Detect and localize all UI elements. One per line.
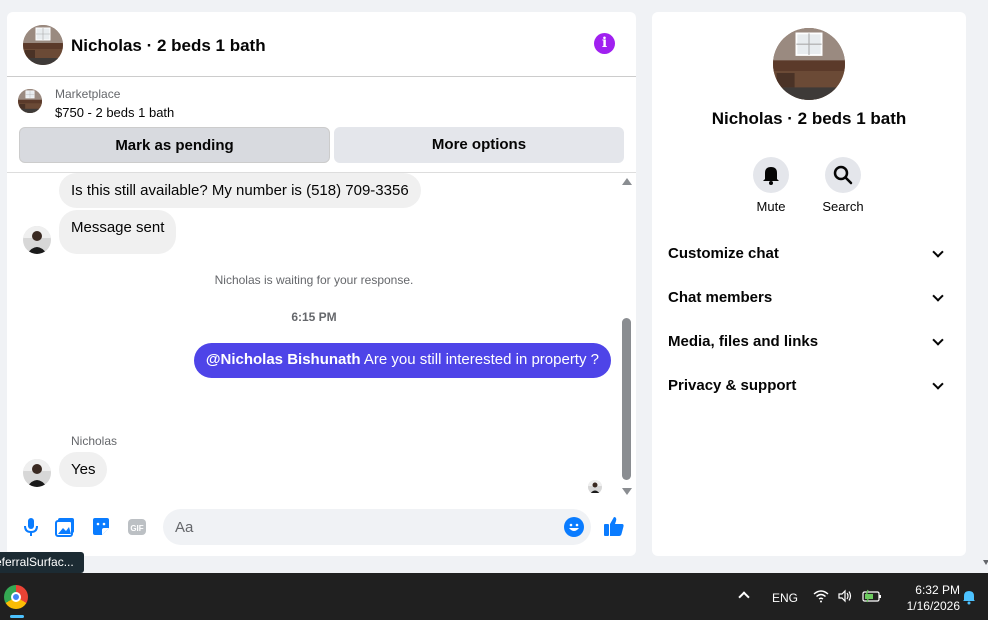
microphone-icon[interactable]: [20, 516, 42, 538]
scrollbar[interactable]: [621, 178, 633, 496]
more-options-button[interactable]: More options: [334, 127, 624, 163]
message-bubble[interactable]: Is this still available? My number is (5…: [59, 173, 421, 208]
active-app-indicator: [10, 615, 24, 618]
seen-indicator-avatar: [588, 480, 602, 493]
contact-avatar[interactable]: [23, 459, 51, 487]
search-icon[interactable]: [825, 157, 861, 193]
section-label: Privacy & support: [668, 377, 797, 394]
emoji-icon[interactable]: [564, 517, 584, 537]
chat-panel: Nicholas · 2 beds 1 bath i Marketplace $…: [7, 12, 636, 556]
scroll-down-arrow[interactable]: [622, 488, 632, 495]
mark-as-pending-button[interactable]: Mark as pending: [19, 127, 330, 163]
mute-button[interactable]: Mute: [741, 157, 801, 214]
notification-bell-icon[interactable]: [961, 589, 977, 610]
listing-bar: Marketplace $750 - 2 beds 1 bath Mark as…: [7, 77, 636, 173]
profile-avatar[interactable]: [773, 28, 845, 100]
thumbs-up-icon[interactable]: [603, 515, 625, 542]
search-button[interactable]: Search: [813, 157, 873, 214]
chevron-down-icon: [932, 246, 944, 258]
media-files-links-section[interactable]: Media, files and links: [668, 326, 950, 358]
section-label: Customize chat: [668, 245, 779, 262]
language-indicator[interactable]: ENG: [772, 591, 798, 605]
link-tooltip: eferralSurfac...: [0, 552, 84, 573]
mute-label: Mute: [756, 199, 786, 214]
chevron-down-icon: [932, 334, 944, 346]
chrome-icon[interactable]: [4, 585, 28, 609]
listing-thumbnail[interactable]: [18, 89, 42, 113]
privacy-support-section[interactable]: Privacy & support: [668, 370, 950, 402]
scroll-thumb[interactable]: [622, 318, 631, 480]
photo-icon[interactable]: [54, 516, 76, 538]
chevron-down-icon: [932, 290, 944, 302]
outgoing-message[interactable]: @Nicholas Bishunath Are you still intere…: [193, 343, 611, 378]
section-label: Media, files and links: [668, 333, 819, 350]
listing-avatar[interactable]: [23, 25, 63, 65]
chevron-down-icon: [932, 378, 944, 390]
battery-icon[interactable]: [862, 589, 882, 608]
message-list: Is this still available? My number is (5…: [7, 173, 636, 493]
gif-icon[interactable]: GIF: [126, 516, 148, 538]
sender-name: Nicholas: [71, 434, 118, 448]
contact-avatar[interactable]: [23, 226, 51, 254]
outgoing-message-text: Are you still interested in property ?: [360, 351, 599, 368]
profile-name[interactable]: Nicholas · 2 beds 1 bath: [652, 109, 966, 129]
chat-members-section[interactable]: Chat members: [668, 282, 950, 314]
message-bubble[interactable]: Message sent: [59, 210, 177, 254]
conversation-info-panel: Nicholas · 2 beds 1 bath Mute Search Cus…: [652, 12, 966, 556]
customize-chat-section[interactable]: Customize chat: [668, 238, 950, 270]
listing-category: Marketplace: [55, 87, 121, 101]
info-icon[interactable]: i: [594, 33, 615, 54]
search-label: Search: [822, 199, 864, 214]
date: 1/16/2026: [906, 599, 960, 613]
taskbar: ENG 6:32 PM 1/16/2026: [0, 573, 988, 620]
chat-header: Nicholas · 2 beds 1 bath i: [7, 12, 636, 77]
composer: GIF: [7, 506, 636, 554]
section-label: Chat members: [668, 289, 773, 306]
sticker-icon[interactable]: [90, 516, 112, 538]
chat-title[interactable]: Nicholas · 2 beds 1 bath: [71, 36, 266, 56]
svg-text:GIF: GIF: [130, 524, 143, 533]
chevron-up-icon[interactable]: [738, 591, 750, 603]
message-bubble[interactable]: Yes: [59, 452, 108, 487]
scroll-up-arrow[interactable]: [622, 178, 632, 185]
mention[interactable]: @Nicholas Bishunath: [206, 351, 361, 368]
message-input[interactable]: [163, 509, 591, 545]
message-timestamp: 6:15 PM: [291, 310, 337, 324]
system-note: Nicholas is waiting for your response.: [214, 273, 414, 287]
bell-icon[interactable]: [753, 157, 789, 193]
listing-price[interactable]: $750 - 2 beds 1 bath: [55, 105, 174, 120]
page-scroll-down-arrow[interactable]: [983, 560, 988, 565]
time: 6:32 PM: [915, 583, 960, 597]
volume-icon[interactable]: [837, 589, 853, 608]
clock[interactable]: 6:32 PM 1/16/2026: [892, 582, 960, 614]
wifi-icon[interactable]: [813, 589, 829, 608]
